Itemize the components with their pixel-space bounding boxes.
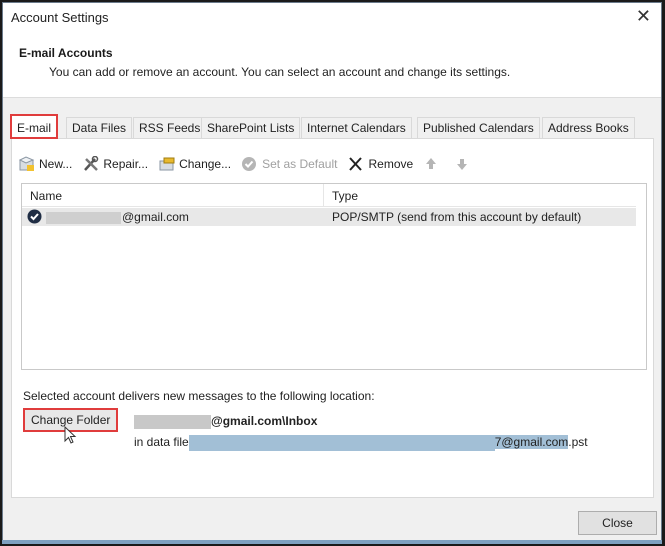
remove-button[interactable]: Remove [347,156,413,172]
window-bottom-edge [2,540,662,544]
window-title: Account Settings [11,10,109,25]
data-file-prefix: in data file [134,435,189,450]
remove-label: Remove [368,157,414,171]
mouse-cursor-icon [64,425,78,446]
tab-internet-calendars[interactable]: Internet Calendars [301,117,412,138]
tab-sharepoint-lists[interactable]: SharePoint Lists [201,117,301,138]
arrow-up-icon [423,156,441,172]
header-subtitle: You can add or remove an account. You ca… [49,65,511,79]
set-as-default-button[interactable]: Set as Default [241,156,337,172]
tab-published-calendars[interactable]: Published Calendars [417,117,540,138]
repair-tools-icon [82,155,100,172]
new-label: New... [39,157,73,171]
new-button[interactable]: New... [18,156,72,172]
account-email-suffix: @gmail.com [122,210,189,224]
account-list: Name Type @gmail.com POP/SMTP (send from… [21,183,647,370]
email-tab-panel: New... Repair... Change... Set as Defaul… [11,138,654,498]
column-header-type[interactable]: Type [332,189,358,203]
set-as-default-label: Set as Default [262,157,338,171]
delivery-folder: @gmail.com\Inbox [134,414,317,429]
change-icon [158,156,176,172]
redacted-data-file [188,435,495,451]
tab-email[interactable]: E-mail [10,114,59,139]
data-file-highlighted: 7@gmail.com [494,435,569,450]
move-up-button[interactable] [423,156,444,172]
tab-rss-feeds[interactable]: RSS Feeds [133,117,207,138]
account-toolbar: New... Repair... Change... Set as Defaul… [18,153,485,175]
redacted-name [46,211,121,224]
delivery-folder-suffix: @gmail.com\Inbox [211,414,318,428]
tab-data-files[interactable]: Data Files [66,117,133,138]
column-divider[interactable] [323,184,324,206]
account-settings-dialog: Account Settings ✕ E-mail Accounts You c… [2,2,662,542]
repair-button[interactable]: Repair... [82,155,149,172]
delivery-location-label: Selected account delivers new messages t… [23,389,375,403]
header-title: E-mail Accounts [19,46,113,60]
account-row[interactable]: @gmail.com POP/SMTP (send from this acco… [22,208,636,226]
close-button[interactable]: Close [578,511,657,535]
move-down-button[interactable] [454,156,475,172]
x-remove-icon [347,156,365,172]
change-button[interactable]: Change... [158,156,231,172]
tab-address-books[interactable]: Address Books [542,117,635,138]
column-header-name[interactable]: Name [30,189,62,203]
close-icon[interactable]: ✕ [636,6,651,27]
dialog-header: E-mail Accounts You can add or remove an… [3,33,661,98]
repair-label: Repair... [103,157,149,171]
account-type: POP/SMTP (send from this account by defa… [332,210,582,224]
data-file-path: in data file 7@gmail.com.pst [134,435,588,451]
new-account-icon [18,156,36,172]
redacted-folder-name [134,414,211,429]
checkmark-circle-icon [241,156,259,172]
account-name: @gmail.com [46,210,189,224]
data-file-ext: .pst [568,435,588,450]
title-bar: Account Settings ✕ [3,3,661,33]
change-label: Change... [179,157,232,171]
default-account-check-icon [27,209,42,227]
arrow-down-icon [454,156,472,172]
list-header: Name Type [22,184,636,207]
